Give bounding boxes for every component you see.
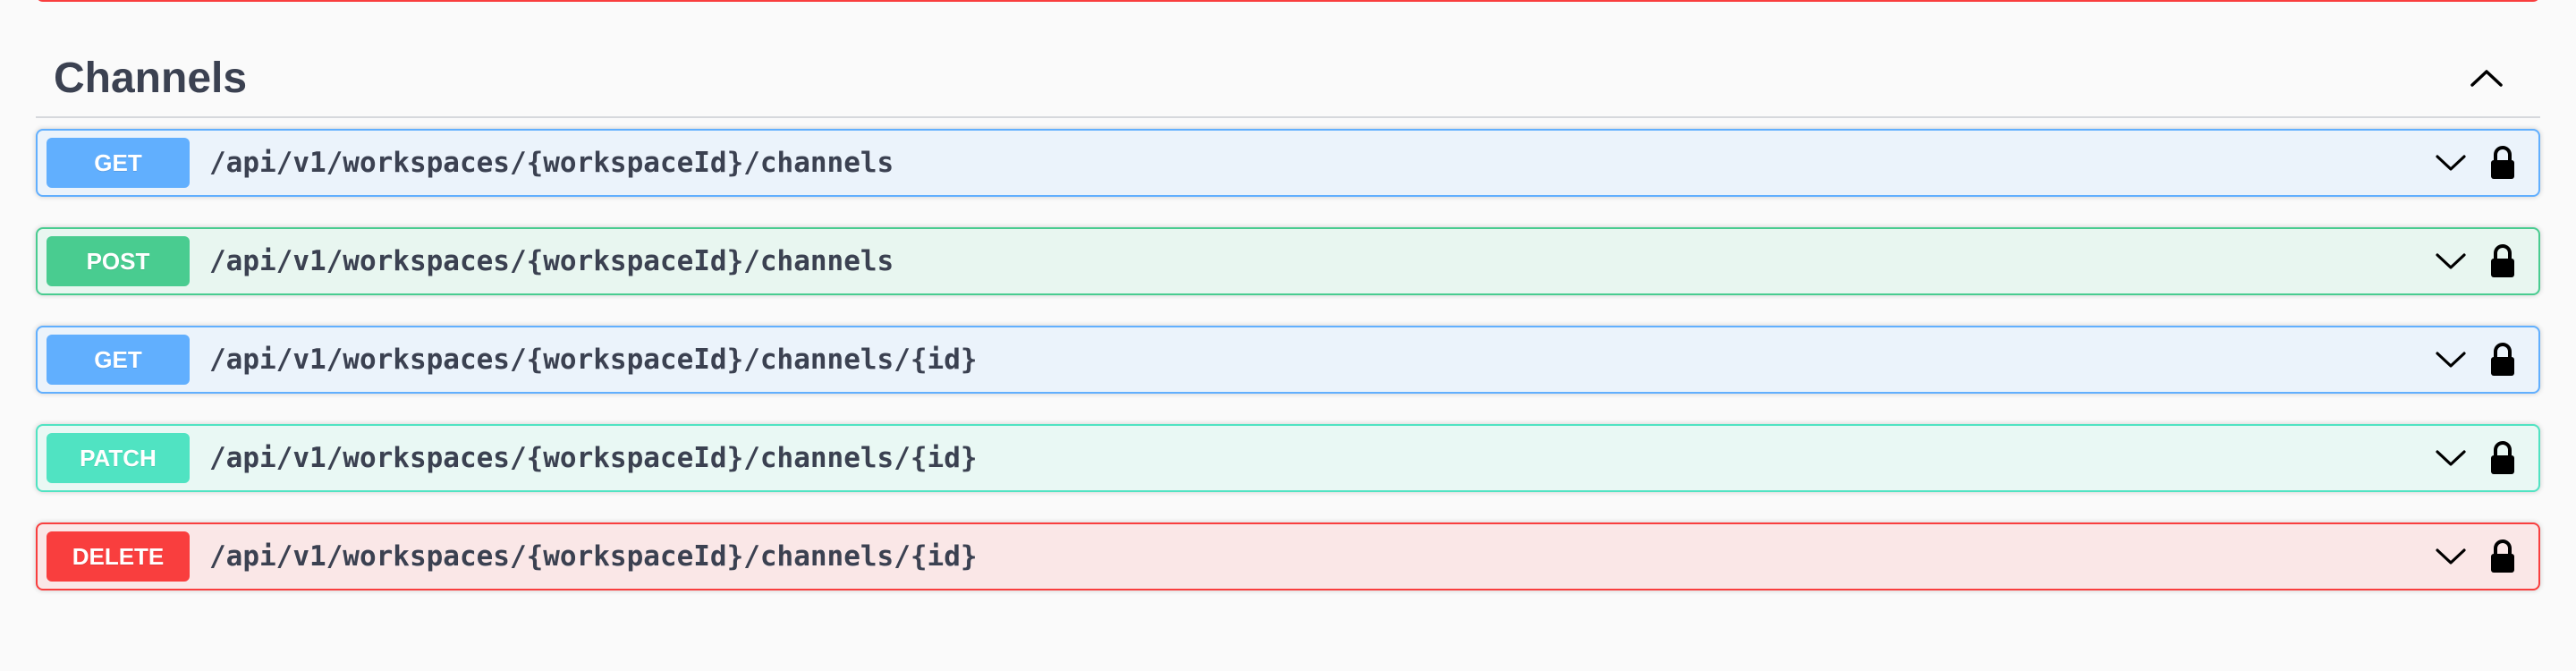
opblock-controls <box>2426 433 2528 483</box>
lock-icon <box>2491 146 2514 179</box>
chevron-down-icon <box>2436 352 2466 368</box>
authorize-button[interactable] <box>2478 335 2528 385</box>
opblock-controls <box>2426 335 2528 385</box>
method-badge: PATCH <box>47 433 190 483</box>
section-title[interactable]: Channels <box>36 54 247 103</box>
method-badge: POST <box>47 236 190 286</box>
authorize-button[interactable] <box>2478 531 2528 582</box>
opblock-get-channel-by-id[interactable]: GET /api/v1/workspaces/{workspaceId}/cha… <box>36 326 2540 394</box>
chevron-down-icon <box>2436 548 2466 565</box>
chevron-down-icon <box>2436 253 2466 269</box>
opblock-get-channels[interactable]: GET /api/v1/workspaces/{workspaceId}/cha… <box>36 129 2540 197</box>
authorize-button[interactable] <box>2478 236 2528 286</box>
opblock-delete-channel[interactable]: DELETE /api/v1/workspaces/{workspaceId}/… <box>36 522 2540 590</box>
chevron-down-icon <box>2436 450 2466 466</box>
endpoint-path[interactable]: /api/v1/workspaces/{workspaceId}/channel… <box>209 344 2426 376</box>
operations-list: GET /api/v1/workspaces/{workspaceId}/cha… <box>36 129 2540 590</box>
expand-button[interactable] <box>2426 531 2476 582</box>
authorize-button[interactable] <box>2478 138 2528 188</box>
previous-opblock-edge <box>36 0 2540 2</box>
method-badge: GET <box>47 138 190 188</box>
lock-icon <box>2491 441 2514 474</box>
lock-icon <box>2491 244 2514 277</box>
expand-button[interactable] <box>2426 138 2476 188</box>
collapse-section-button[interactable] <box>2451 42 2522 114</box>
endpoint-path[interactable]: /api/v1/workspaces/{workspaceId}/channel… <box>209 540 2426 573</box>
section-header[interactable]: Channels <box>36 39 2540 118</box>
endpoint-path[interactable]: /api/v1/workspaces/{workspaceId}/channel… <box>209 245 2426 277</box>
channels-section: Channels GET /api/v1/workspaces/{workspa… <box>36 39 2540 621</box>
expand-button[interactable] <box>2426 433 2476 483</box>
authorize-button[interactable] <box>2478 433 2528 483</box>
method-badge: GET <box>47 335 190 385</box>
opblock-controls <box>2426 531 2528 582</box>
chevron-up-icon <box>2470 70 2503 87</box>
endpoint-path[interactable]: /api/v1/workspaces/{workspaceId}/channel… <box>209 147 2426 179</box>
opblock-patch-channel[interactable]: PATCH /api/v1/workspaces/{workspaceId}/c… <box>36 424 2540 492</box>
opblock-post-channels[interactable]: POST /api/v1/workspaces/{workspaceId}/ch… <box>36 227 2540 295</box>
chevron-down-icon <box>2436 155 2466 171</box>
method-badge: DELETE <box>47 531 190 582</box>
lock-icon <box>2491 343 2514 376</box>
swagger-page: Channels GET /api/v1/workspaces/{workspa… <box>0 0 2576 671</box>
opblock-controls <box>2426 236 2528 286</box>
expand-button[interactable] <box>2426 236 2476 286</box>
lock-icon <box>2491 539 2514 573</box>
opblock-controls <box>2426 138 2528 188</box>
expand-button[interactable] <box>2426 335 2476 385</box>
endpoint-path[interactable]: /api/v1/workspaces/{workspaceId}/channel… <box>209 442 2426 474</box>
